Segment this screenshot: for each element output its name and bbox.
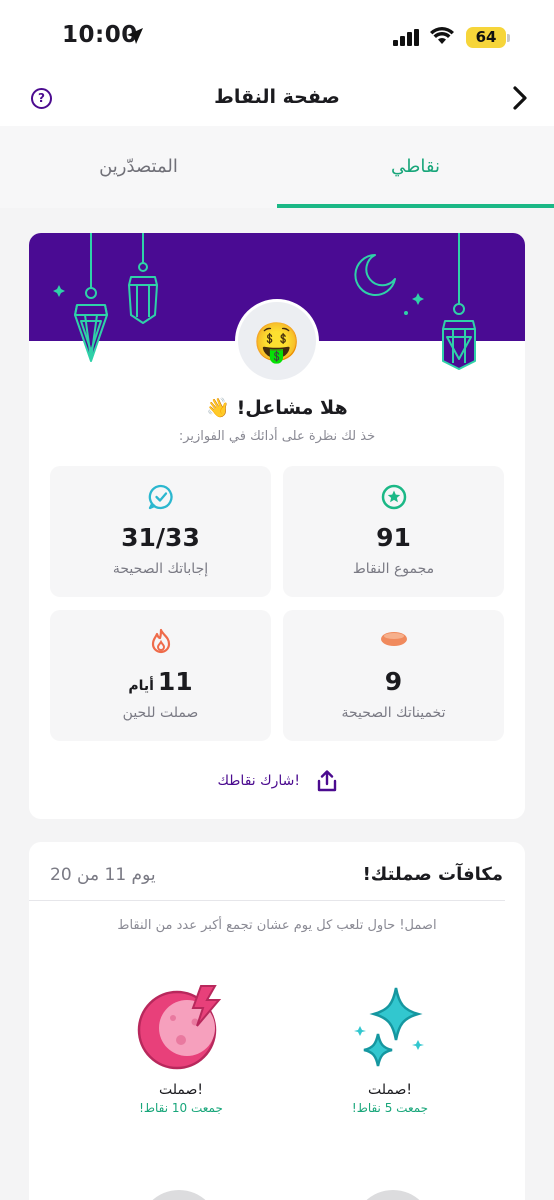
greeting: هلا مشاعل! 👋 bbox=[206, 397, 348, 419]
stat-value: 31/33 bbox=[121, 523, 200, 552]
active-tab-indicator bbox=[277, 204, 554, 208]
greeting-subtitle: خذ لك نظرة على أدائك في الفوازير: bbox=[178, 429, 376, 444]
stat-correct-guesses: 9 تخميناتك الصحيحة bbox=[283, 610, 504, 741]
stat-label: إجاباتك الصحيحة bbox=[112, 561, 209, 577]
share-points-button[interactable]: شارك نقاطك! bbox=[29, 770, 525, 792]
rewards-hint: اصمل! حاول تلعب كل يوم عشان تجمع أكبر عد… bbox=[117, 918, 437, 933]
day-progress: يوم 11 من 20 bbox=[50, 865, 156, 885]
app-header: ? صفحة النقاط bbox=[0, 72, 554, 126]
locked-reward-partial bbox=[139, 1190, 219, 1200]
share-icon bbox=[317, 770, 336, 792]
page-title: صفحة النقاط bbox=[214, 86, 340, 108]
battery-indicator: 64 bbox=[466, 27, 506, 48]
tab-my-points[interactable]: نقاطي bbox=[277, 126, 554, 208]
reward-day-10: صملت! جمعت 10 نقاط! bbox=[101, 982, 261, 1115]
date-fruit-icon bbox=[380, 632, 407, 646]
stat-value: 9 bbox=[384, 667, 403, 696]
tab-leaderboard[interactable]: المتصدّرين bbox=[0, 126, 277, 208]
moon-bolt-icon bbox=[137, 985, 222, 1070]
star-badge-icon bbox=[381, 484, 406, 510]
stat-value: 91 bbox=[376, 523, 411, 552]
stat-label: صملت للحين bbox=[122, 705, 199, 721]
reward-points: جمعت 10 نقاط! bbox=[139, 1101, 223, 1115]
stat-unit: أيام bbox=[128, 678, 154, 694]
stat-value: 11أيام bbox=[50, 667, 271, 696]
streak-rewards-card: مكافآت صملتك! يوم 11 من 20 اصمل! حاول تل… bbox=[29, 842, 525, 1200]
check-bubble-icon bbox=[148, 484, 173, 510]
stat-correct-answers: 31/33 إجاباتك الصحيحة bbox=[50, 466, 271, 597]
battery-cap bbox=[507, 34, 510, 42]
reward-points: جمعت 5 نقاط! bbox=[351, 1101, 429, 1115]
stat-label: مجموع النقاط bbox=[352, 561, 435, 577]
cellular-signal-icon bbox=[393, 29, 419, 46]
stat-number: 11 bbox=[157, 667, 193, 696]
share-label: شارك نقاطك! bbox=[217, 773, 301, 789]
user-avatar: 🤑 bbox=[235, 299, 319, 383]
points-summary-card: 🤑 هلا مشاعل! 👋 خذ لك نظرة على أدائك في ا… bbox=[29, 233, 525, 819]
sparkle-stars-icon bbox=[354, 987, 424, 1067]
stat-streak: 11أيام صملت للحين bbox=[50, 610, 271, 741]
wifi-icon bbox=[430, 27, 454, 44]
divider bbox=[29, 900, 505, 901]
stat-label: تخميناتك الصحيحة bbox=[341, 705, 446, 721]
rewards-title: مكافآت صملتك! bbox=[362, 864, 503, 885]
location-arrow-icon bbox=[127, 28, 143, 44]
locked-reward-partial bbox=[353, 1190, 433, 1200]
stat-total-points: 91 مجموع النقاط bbox=[283, 466, 504, 597]
reward-label: صملت! bbox=[368, 1082, 412, 1098]
status-bar: 10:00 64 bbox=[0, 0, 554, 72]
tab-bar: المتصدّرين نقاطي bbox=[0, 126, 554, 208]
chevron-right-icon[interactable] bbox=[512, 85, 528, 111]
reward-label: صملت! bbox=[159, 1082, 203, 1098]
reward-day-5: صملت! جمعت 5 نقاط! bbox=[310, 982, 470, 1115]
flame-icon bbox=[151, 628, 170, 654]
